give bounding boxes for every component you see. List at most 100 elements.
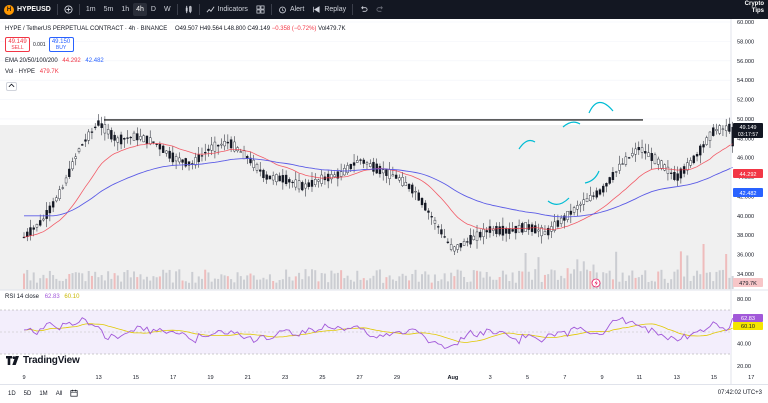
candle-body (161, 145, 165, 153)
candle-body (223, 141, 226, 147)
rsi-tick: 20.00 (737, 364, 751, 370)
volume-bar (712, 281, 715, 289)
volume-bar (579, 271, 582, 289)
volume-legend[interactable]: Vol · HYPE 479.7K (5, 68, 59, 76)
volume-legend-value: 479.7K (39, 69, 59, 75)
range-all[interactable]: All (52, 391, 67, 397)
range-1m[interactable]: 1M (35, 391, 51, 397)
candle-body (136, 133, 139, 141)
candle-body (676, 173, 679, 181)
candle-body (446, 241, 450, 243)
volume-bar (178, 269, 181, 289)
ema-fast-tag: 44.292 (733, 169, 763, 178)
candle-body (663, 164, 666, 171)
layout-grid-icon[interactable] (252, 0, 269, 19)
rsi-legend[interactable]: RSI 14 close 62.83 60.10 (5, 293, 79, 301)
volume-bar (68, 274, 71, 289)
time-tick: 9 (601, 375, 604, 381)
interval-d[interactable]: D (147, 0, 160, 19)
candle-body (68, 168, 71, 178)
utc-clock[interactable]: 07:42:02 UTC+3 (718, 390, 762, 396)
candle-body (715, 129, 718, 132)
symbol-search-button[interactable]: HYPEUSD (17, 0, 55, 19)
rsi-ma-tag: 60.10 (733, 322, 763, 330)
volume-bar (340, 270, 343, 289)
volume-bar (582, 261, 585, 289)
volume-bar (116, 275, 119, 289)
range-5d[interactable]: 5D (20, 391, 36, 397)
volume-bar (359, 279, 362, 289)
indicators-button[interactable]: Indicators (202, 0, 252, 19)
redo-icon[interactable] (372, 0, 389, 19)
volume-bar (618, 281, 621, 289)
range-1d[interactable]: 1D (0, 391, 20, 397)
alert-button[interactable]: Alert (274, 0, 308, 19)
candle-body (330, 174, 333, 180)
brand-logo: Crypto Tips (745, 1, 764, 15)
ema-legend[interactable]: EMA 20/50/100/200 44.292 42.482 (5, 57, 104, 65)
interval-4h[interactable]: 4h (133, 3, 147, 16)
replay-button[interactable]: Replay (308, 0, 350, 19)
volume-bar (61, 281, 64, 289)
candle-body (414, 191, 417, 193)
candle-body (119, 134, 123, 145)
buy-button[interactable]: 49.150 BUY (48, 37, 74, 52)
legend-collapse-button[interactable] (6, 82, 17, 91)
interval-1m[interactable]: 1m (82, 0, 100, 19)
candle-body (288, 179, 291, 183)
volume-bar (204, 269, 207, 289)
volume-bar (346, 275, 349, 289)
candle-body (200, 155, 204, 157)
interval-5m[interactable]: 5m (100, 0, 118, 19)
top-toolbar: H HYPEUSD 1m 5m 1h 4h D W Indicators Ale… (0, 0, 768, 19)
sell-button[interactable]: 49.149 SELL (5, 37, 30, 52)
candle-body (708, 131, 712, 141)
close-value: C49.149 (247, 26, 271, 32)
volume-bar (469, 281, 472, 289)
undo-icon[interactable] (355, 0, 372, 19)
price-tick: 38.000 (737, 233, 754, 239)
interval-1h[interactable]: 1h (117, 0, 133, 19)
calendar-range-icon[interactable] (66, 389, 82, 399)
candle-body (456, 244, 459, 250)
current-price-tag: 49.149 03:17:57 (733, 123, 763, 138)
volume-bar (404, 275, 407, 289)
toolbar-divider (56, 4, 58, 15)
volume-bar (200, 278, 203, 289)
volume-bar (621, 272, 624, 289)
volume-bar (113, 273, 116, 289)
candle-body (38, 220, 42, 226)
volume-bar (29, 280, 32, 289)
brand-line-1: Crypto (744, 1, 764, 7)
time-tick: 13 (95, 375, 101, 381)
volume-bar (259, 279, 262, 289)
candle-body (398, 177, 401, 181)
price-chart[interactable]: 60.00058.00056.00054.00052.00050.00048.0… (0, 19, 768, 384)
interval-w[interactable]: W (160, 0, 175, 19)
volume-bar (696, 270, 699, 289)
event-lightning-icon[interactable] (591, 278, 601, 288)
volume-bar (708, 272, 711, 289)
volume-bar (550, 269, 553, 289)
time-tick: 25 (319, 375, 325, 381)
ema-fast-tag-text: 44.292 (739, 172, 756, 178)
volume-bar (385, 277, 388, 289)
volume-bar (194, 282, 197, 289)
price-tick: 34.000 (737, 272, 754, 278)
volume-bar (120, 281, 123, 289)
candle-body (605, 183, 608, 187)
plus-circle-icon[interactable] (60, 0, 77, 19)
candle-body (381, 169, 385, 174)
volume-bar (298, 272, 301, 289)
chart-title[interactable]: HYPE / TetherUS PERPETUAL CONTRACT · 4h … (5, 26, 167, 32)
symbol-avatar[interactable]: H (4, 4, 14, 15)
rsi-ma-value: 60.10 (64, 294, 80, 300)
volume-bar (285, 269, 288, 289)
replay-icon (313, 6, 320, 13)
candle-body (291, 181, 294, 184)
candle-style-icon[interactable] (180, 0, 197, 19)
candle-body (631, 153, 634, 157)
candle-body (181, 159, 184, 163)
volume-bar (32, 272, 35, 289)
candle-body (673, 172, 676, 180)
